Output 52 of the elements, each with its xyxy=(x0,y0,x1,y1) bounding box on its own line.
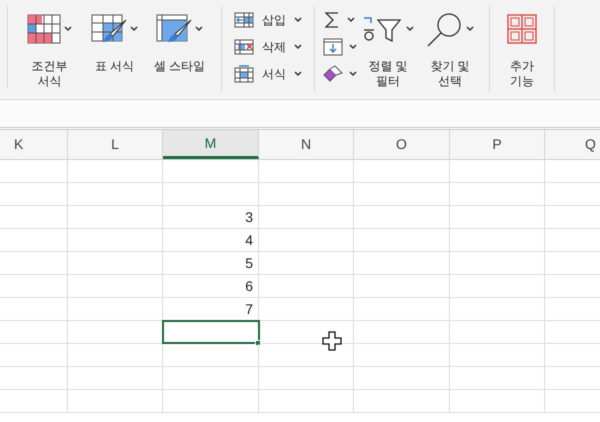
fill-down-icon xyxy=(323,38,343,56)
cell-style-brush-icon xyxy=(156,14,192,44)
search-icon xyxy=(426,11,462,47)
table-cell[interactable] xyxy=(163,321,259,343)
plus-cursor-icon xyxy=(322,331,342,351)
insert-cells-icon xyxy=(234,12,254,28)
caret-icon xyxy=(294,17,302,23)
conditional-format-icon xyxy=(27,14,61,44)
ribbon-button[interactable]: 셀 스타일 xyxy=(148,6,211,92)
ribbon-button[interactable]: 서식 xyxy=(234,63,302,85)
column-header[interactable]: P xyxy=(450,130,545,159)
ribbon-button[interactable]: 찾기 및 선택 xyxy=(419,6,481,92)
caret-icon xyxy=(130,26,138,32)
cell-value: 3 xyxy=(245,208,253,226)
column-header[interactable]: Q xyxy=(545,130,600,159)
cell-value: 4 xyxy=(245,230,253,250)
caret-icon xyxy=(294,71,302,77)
table-brush-icon xyxy=(91,14,127,44)
table-cell[interactable]: 4 xyxy=(163,229,259,251)
column-header[interactable]: K xyxy=(0,130,68,159)
caret-icon xyxy=(466,26,474,32)
column-header[interactable]: N xyxy=(259,130,354,159)
table-cell[interactable]: 5 xyxy=(163,252,259,274)
caret-icon xyxy=(349,71,357,77)
table-cell[interactable]: 6 xyxy=(163,275,259,297)
column-header[interactable]: M xyxy=(163,130,259,159)
ribbon-button[interactable]: 표 서식 xyxy=(83,6,146,92)
caret-icon xyxy=(64,26,72,32)
add-ins-grid-icon xyxy=(507,14,537,44)
caret-icon xyxy=(349,44,357,50)
eraser-icon xyxy=(323,65,343,83)
caret-icon xyxy=(195,26,203,32)
format-cells-icon xyxy=(234,65,254,83)
ribbon-button[interactable]: 추가 기능 xyxy=(498,6,546,92)
sort-filter-icon xyxy=(362,16,402,42)
cell-value: 5 xyxy=(245,254,253,272)
ribbon-button[interactable]: 정렬 및 필터 xyxy=(357,6,419,92)
table-cell[interactable]: 3 xyxy=(163,206,259,228)
caret-icon xyxy=(406,26,414,32)
column-header[interactable]: O xyxy=(354,130,450,159)
caret-icon xyxy=(294,44,302,50)
cell-value: 6 xyxy=(245,276,253,296)
table-cell[interactable]: 7 xyxy=(163,298,259,320)
ribbon-button[interactable]: 삽입 xyxy=(234,9,302,31)
cell-value: 7 xyxy=(245,300,253,318)
delete-cells-icon xyxy=(234,39,254,55)
sum-icon xyxy=(323,11,341,29)
ribbon-button[interactable]: 삭제 xyxy=(234,36,302,58)
fill-handle[interactable] xyxy=(255,340,261,346)
caret-icon xyxy=(347,17,355,23)
ribbon-button[interactable] xyxy=(323,36,357,58)
ribbon-button[interactable]: 조건부 서식 xyxy=(18,6,81,92)
